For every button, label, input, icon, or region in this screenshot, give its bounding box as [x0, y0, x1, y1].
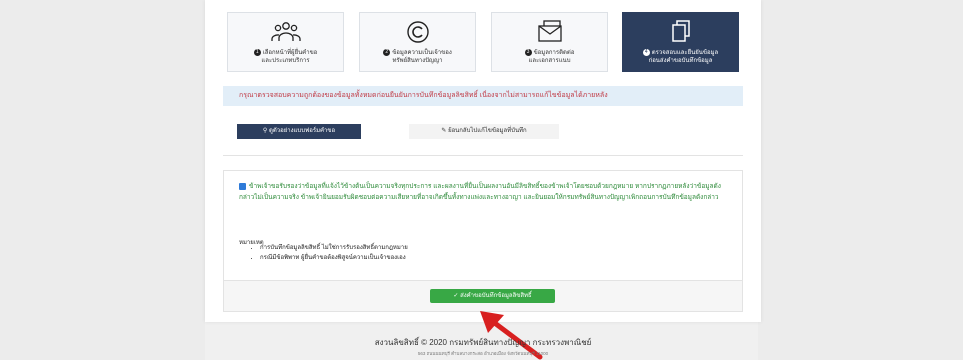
- step-4-title: ตรวจสอบและยืนยันข้อมูล: [651, 50, 719, 57]
- footer-copyright: สงวนลิขสิทธิ์ © 2020 กรมทรัพย์สินทางปัญญ…: [374, 338, 592, 347]
- section-divider: [223, 155, 743, 156]
- left-margin: [0, 0, 205, 360]
- step-4-label: 4 ตรวจสอบและยืนยันข้อมูล ก่อนส่งคำขอบันทึ…: [627, 49, 734, 65]
- right-margin: [758, 0, 963, 360]
- form-card: 1 เลือกหน้าที่ผู้ยื่นคำขอ และประเภทบริการ…: [205, 0, 761, 322]
- step-4-number: 4: [642, 49, 650, 56]
- step-3-number: 3: [524, 49, 532, 56]
- edit-data-button[interactable]: ✎ ย้อนกลับไปแก้ไขข้อมูลที่บันทึก: [409, 124, 559, 139]
- consent-text: ข้าพเจ้าขอรับรองว่าข้อมูลที่แจ้งไว้ข้างต…: [239, 183, 721, 201]
- step-3-label: 3 ข้อมูลการติดต่อ และเอกสารแนบ: [496, 49, 603, 65]
- search-icon: ⚲: [262, 128, 268, 134]
- mail-icon: [492, 20, 607, 44]
- step-wizard: 1 เลือกหน้าที่ผู้ยื่นคำขอ และประเภทบริการ…: [227, 12, 739, 72]
- copy-icon: [623, 20, 738, 44]
- step-4-tile[interactable]: 4 ตรวจสอบและยืนยันข้อมูล ก่อนส่งคำขอบันทึ…: [622, 12, 739, 72]
- step-2-number: 2: [383, 49, 391, 56]
- step-3-subtitle: และเอกสารแนบ: [528, 58, 571, 65]
- notice-text: กรุณาตรวจสอบความถูกต้องของข้อมูลทั้งหมดก…: [239, 92, 608, 99]
- step-4-subtitle: ก่อนส่งคำขอบันทึกข้อมูล: [648, 58, 713, 65]
- consent-panel: ข้าพเจ้าขอรับรองว่าข้อมูลที่แจ้งไว้ข้างต…: [223, 170, 743, 312]
- check-icon: ✓: [453, 293, 459, 299]
- users-icon: [228, 20, 343, 44]
- step-3-title: ข้อมูลการติดต่อ: [533, 50, 575, 57]
- note-item: กรณีมีข้อพิพาท ผู้ยื่นคำขอต้องพิสูจน์ควา…: [260, 253, 408, 263]
- step-2-title: ข้อมูลความเป็นเจ้าของ: [392, 50, 452, 57]
- submit-button[interactable]: ✓ ส่งคำขอบันทึกข้อมูลลิขสิทธิ์: [430, 289, 555, 303]
- preview-form-label: ดูตัวอย่างแบบฟอร์มคำขอ: [268, 128, 336, 134]
- note-item: การบันทึกข้อมูลลิขสิทธิ์ ไม่ใช่การรับรอง…: [260, 243, 408, 253]
- step-3-tile[interactable]: 3 ข้อมูลการติดต่อ และเอกสารแนบ: [491, 12, 608, 72]
- pencil-icon: ✎: [441, 128, 447, 134]
- notes-list: การบันทึกข้อมูลลิขสิทธิ์ ไม่ใช่การรับรอง…: [248, 243, 408, 263]
- copyright-icon: [360, 20, 475, 44]
- edit-data-label: ย้อนกลับไปแก้ไขข้อมูลที่บันทึก: [448, 128, 527, 134]
- step-2-tile[interactable]: 2 ข้อมูลความเป็นเจ้าของ ทรัพย์สินทางปัญญา: [359, 12, 476, 72]
- notice-banner: กรุณาตรวจสอบความถูกต้องของข้อมูลทั้งหมดก…: [223, 86, 743, 106]
- step-1-label: 1 เลือกหน้าที่ผู้ยื่นคำขอ และประเภทบริการ: [232, 49, 339, 65]
- step-1-subtitle: และประเภทบริการ: [261, 58, 310, 65]
- step-2-label: 2 ข้อมูลความเป็นเจ้าของ ทรัพย์สินทางปัญญา: [364, 49, 471, 65]
- step-1-number: 1: [253, 49, 261, 56]
- submit-label: ส่งคำขอบันทึกข้อมูลลิขสิทธิ์: [460, 293, 532, 299]
- step-2-subtitle: ทรัพย์สินทางปัญญา: [392, 58, 443, 65]
- preview-form-button[interactable]: ⚲ ดูตัวอย่างแบบฟอร์มคำขอ: [237, 124, 361, 139]
- footer-address: 563 ถนนนนทบุรี ตำบลบางกระสอ อำเภอเมือง จ…: [417, 351, 549, 356]
- step-1-tile[interactable]: 1 เลือกหน้าที่ผู้ยื่นคำขอ และประเภทบริการ: [227, 12, 344, 72]
- step-1-title: เลือกหน้าที่ผู้ยื่นคำขอ: [262, 50, 318, 57]
